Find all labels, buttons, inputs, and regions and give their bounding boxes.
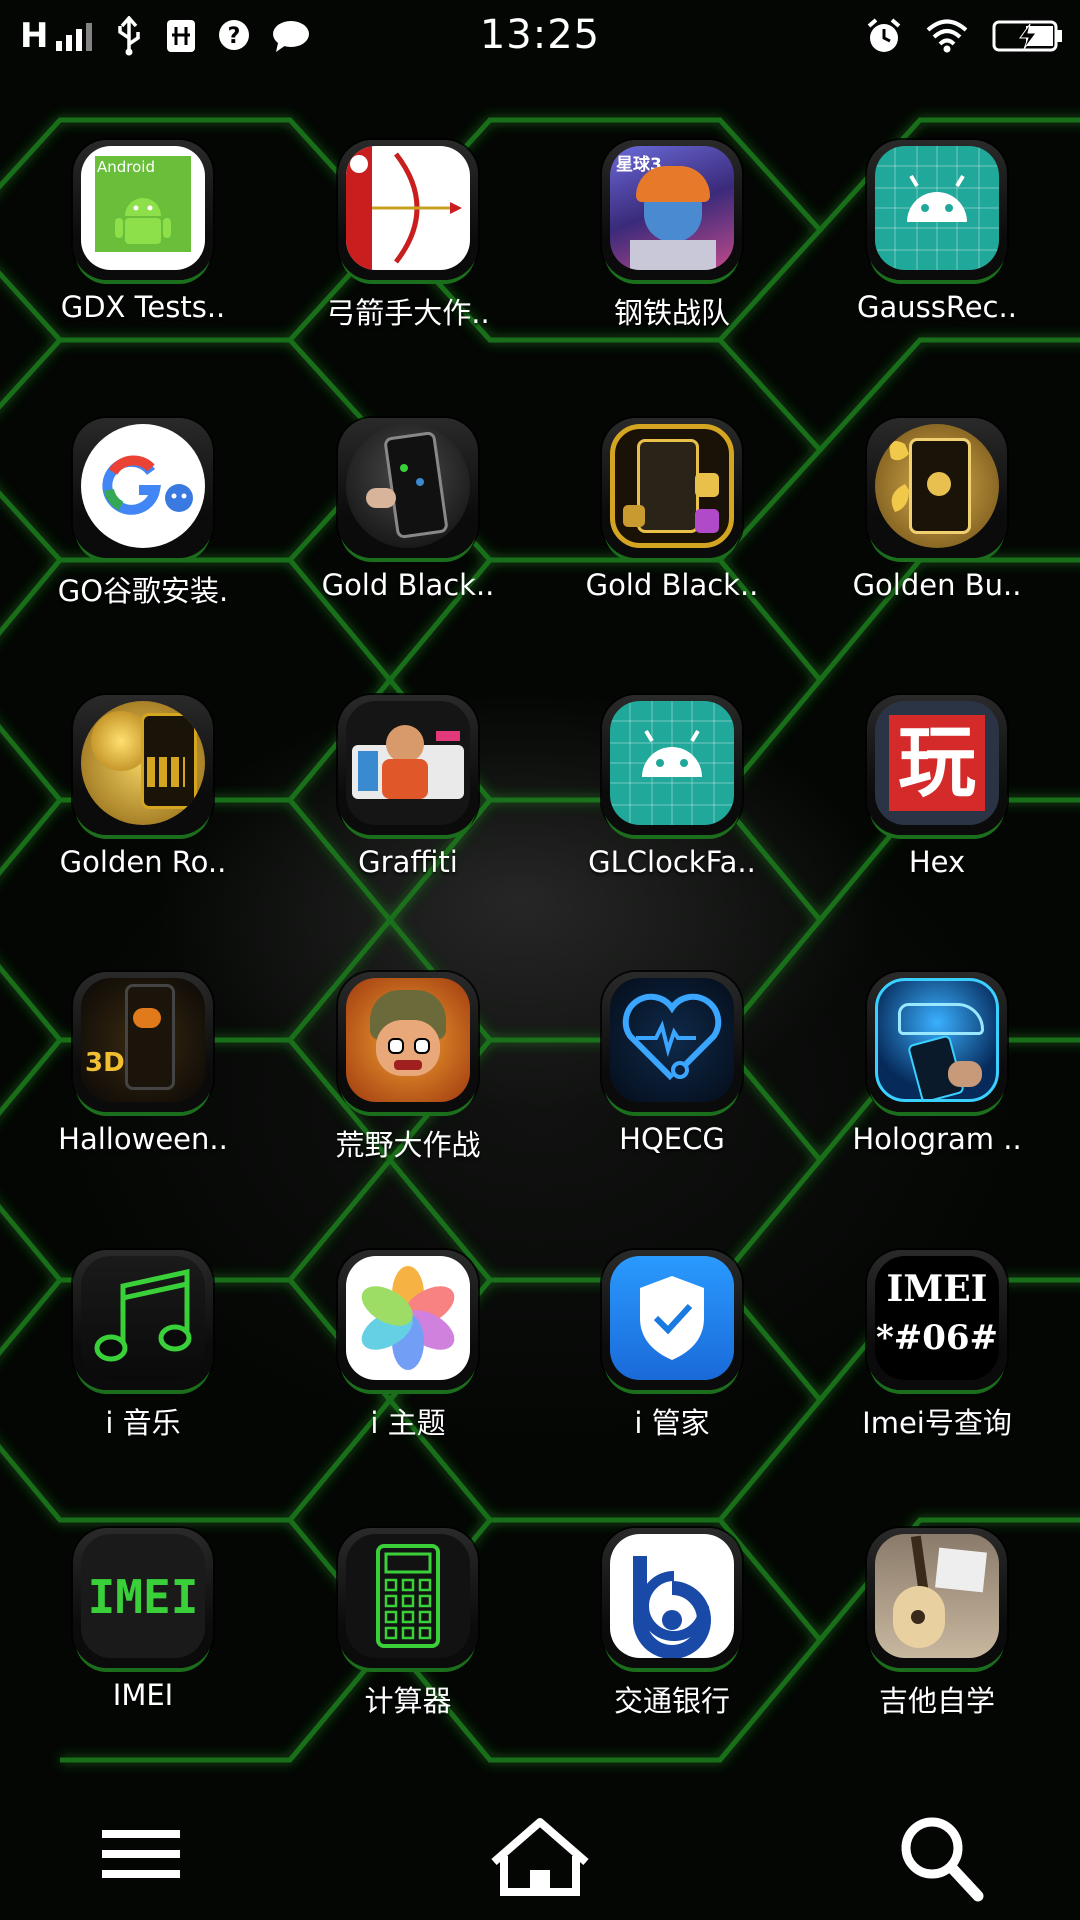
app-hqecg[interactable]: HQECG (540, 972, 804, 1212)
app-label: 吉他自学 (878, 1684, 995, 1718)
halloween-3d-text: 3D (85, 1048, 125, 1078)
app-label: Golden Bu.. (852, 568, 1022, 602)
app-i-theme[interactable]: i 主题 (276, 1250, 540, 1490)
android-teal-icon (610, 701, 734, 825)
app-i-manager[interactable]: i 管家 (540, 1250, 804, 1490)
heart-ecg-icon (610, 978, 734, 1102)
app-label: Halloween.. (58, 1122, 228, 1156)
bottom-bar (0, 1800, 1080, 1920)
golden-rose-icon (81, 701, 205, 825)
archer-bow-icon (346, 146, 470, 270)
halloween-icon: 3D (81, 978, 205, 1102)
app-archer[interactable]: 弓箭手大作.. (276, 140, 540, 380)
menu-button[interactable] (82, 1800, 202, 1920)
app-glclockface[interactable]: GLClockFa.. (540, 695, 804, 935)
hex-char: 玩 (897, 718, 976, 808)
app-label: HQECG (619, 1122, 725, 1156)
hologram-car-icon (875, 978, 999, 1102)
app-gdx-tests[interactable]: Android GDX Tests.. (11, 140, 275, 380)
guitar-icon (875, 1534, 999, 1658)
app-gold-black-1[interactable]: Gold Black.. (276, 418, 540, 658)
app-label: 计算器 (364, 1684, 452, 1718)
phone-theme-icon (346, 424, 470, 548)
app-calculator[interactable]: 计算器 (276, 1528, 540, 1768)
app-halloween[interactable]: 3D Halloween.. (11, 972, 275, 1212)
google-g-icon (81, 424, 205, 548)
menu-icon (102, 1830, 180, 1878)
search-icon (901, 1817, 984, 1902)
battery-charging-icon (992, 20, 1062, 52)
home-icon (491, 1818, 589, 1896)
app-golden-rose[interactable]: Golden Ro.. (11, 695, 275, 935)
pinwheel-icon (346, 1256, 470, 1380)
imei-line2: *#06# (875, 1318, 999, 1358)
shield-check-icon (610, 1256, 734, 1380)
app-hex[interactable]: 玩 Hex (805, 695, 1069, 935)
gold-phone-theme-icon (610, 424, 734, 548)
app-imei[interactable]: IMEI IMEI (11, 1528, 275, 1768)
alarm-icon (867, 18, 901, 52)
music-note-icon (81, 1256, 205, 1380)
app-label: Hex (908, 845, 966, 879)
app-golden-butterfly[interactable]: Golden Bu.. (805, 418, 1069, 658)
home-screen: H ? 13:25 Android GDX Tests.. 弓箭手大作.. 星球… (0, 0, 1080, 1920)
app-label: Graffiti (358, 845, 458, 879)
app-steel-squad[interactable]: 星球3 钢铁战队 (540, 140, 804, 380)
imei-line1: IMEI (886, 1268, 988, 1310)
app-gold-black-2[interactable]: Gold Black.. (540, 418, 804, 658)
imei-green-text: IMEI (87, 1570, 199, 1624)
app-label: Hologram .. (852, 1122, 1022, 1156)
app-bank-of-communications[interactable]: 交通银行 (540, 1528, 804, 1768)
app-i-music[interactable]: i 音乐 (11, 1250, 275, 1490)
app-label: GDX Tests.. (60, 290, 226, 324)
app-label: GLClockFa.. (588, 845, 756, 879)
app-label: i 主题 (370, 1406, 446, 1440)
app-label: Imei号查询 (862, 1406, 1012, 1440)
graffiti-icon (346, 701, 470, 825)
app-label: Gold Black.. (585, 568, 759, 602)
imei-text-icon: IMEI (81, 1534, 205, 1658)
home-button[interactable] (480, 1800, 600, 1920)
app-label: IMEI (112, 1678, 174, 1712)
app-label: i 音乐 (105, 1406, 181, 1440)
android-icon: Android (81, 146, 205, 270)
imei-code-icon: IMEI *#06# (875, 1256, 999, 1380)
app-wild-battle[interactable]: 荒野大作战 (276, 972, 540, 1212)
app-gaussrec[interactable]: GaussRec.. (805, 140, 1069, 380)
calculator-icon (346, 1534, 470, 1658)
app-label: i 管家 (634, 1406, 710, 1440)
hex-wan-icon: 玩 (875, 701, 999, 825)
wild-battle-icon (346, 978, 470, 1102)
app-label: GaussRec.. (857, 290, 1017, 324)
app-label: 交通银行 (613, 1684, 730, 1718)
app-graffiti[interactable]: Graffiti (276, 695, 540, 935)
status-bar: H ? 13:25 (0, 0, 1080, 74)
golden-butterfly-icon (875, 424, 999, 548)
game-hero-icon: 星球3 (610, 146, 734, 270)
bank-logo-icon (610, 1534, 734, 1658)
app-guitar-self-study[interactable]: 吉他自学 (805, 1528, 1069, 1768)
app-label: Golden Ro.. (59, 845, 227, 879)
app-go-google-installer[interactable]: GO谷歌安装. (11, 418, 275, 658)
app-hologram[interactable]: Hologram .. (805, 972, 1069, 1212)
app-label: 钢铁战队 (613, 296, 730, 330)
wifi-icon (926, 19, 968, 53)
app-imei-lookup[interactable]: IMEI *#06# Imei号查询 (805, 1250, 1069, 1490)
app-label: 荒野大作战 (335, 1128, 481, 1162)
android-badge-text: Android (97, 158, 155, 176)
app-label: Gold Black.. (321, 568, 495, 602)
android-teal-icon (875, 146, 999, 270)
search-button[interactable] (880, 1800, 1000, 1920)
app-label: GO谷歌安装. (57, 574, 229, 608)
app-label: 弓箭手大作.. (326, 296, 490, 330)
